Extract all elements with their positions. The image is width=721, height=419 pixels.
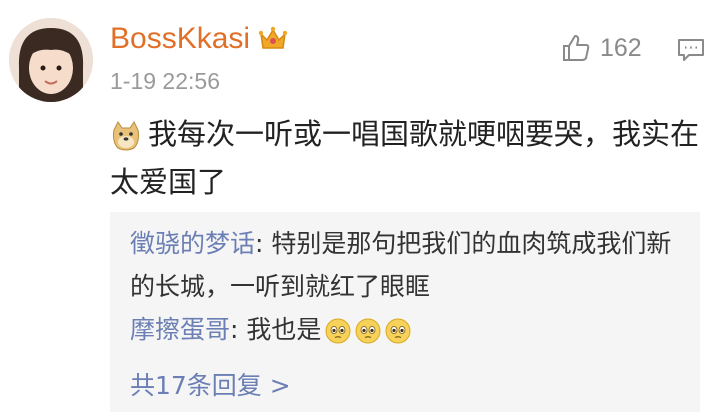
reply-author[interactable]: 徵骁的梦话 xyxy=(130,229,255,258)
avatar[interactable] xyxy=(9,18,93,102)
reply-text: : 我也是 xyxy=(230,315,322,344)
like-count: 162 xyxy=(600,33,642,62)
reply-item: 摩擦蛋哥: 我也是 xyxy=(130,308,690,351)
comment-body: 我每次一听或一唱国歌就哽咽要哭，我实在太爱国了 xyxy=(110,110,700,206)
like-button[interactable]: 162 xyxy=(560,32,642,64)
reply-author[interactable]: 摩擦蛋哥 xyxy=(130,315,230,344)
timestamp: 1-19 22:56 xyxy=(110,68,220,94)
emoji-group xyxy=(321,315,411,344)
username[interactable]: BossKkasi xyxy=(110,22,250,56)
avatar-image xyxy=(9,18,93,102)
more-replies-link[interactable]: 共17条回复 > xyxy=(130,364,291,407)
reply-item: 徵骁的梦话: 特别是那句把我们的血肉筑成我们新的长城，一听到就红了眼眶 xyxy=(130,222,690,308)
comment-icon[interactable] xyxy=(677,38,705,62)
teary-eyes-emoji-icon xyxy=(355,318,381,344)
replies-panel: 徵骁的梦话: 特别是那句把我们的血肉筑成我们新的长城，一听到就红了眼眶 摩擦蛋哥… xyxy=(110,212,700,412)
username-row: BossKkasi xyxy=(110,22,288,56)
crown-icon xyxy=(258,26,288,49)
teary-eyes-emoji-icon xyxy=(325,318,351,344)
doge-emoji-icon xyxy=(113,121,139,151)
comment-text: 我每次一听或一唱国歌就哽咽要哭，我实在太爱国了 xyxy=(110,117,700,199)
thumbs-up-icon xyxy=(563,35,590,61)
teary-eyes-emoji-icon xyxy=(385,318,411,344)
